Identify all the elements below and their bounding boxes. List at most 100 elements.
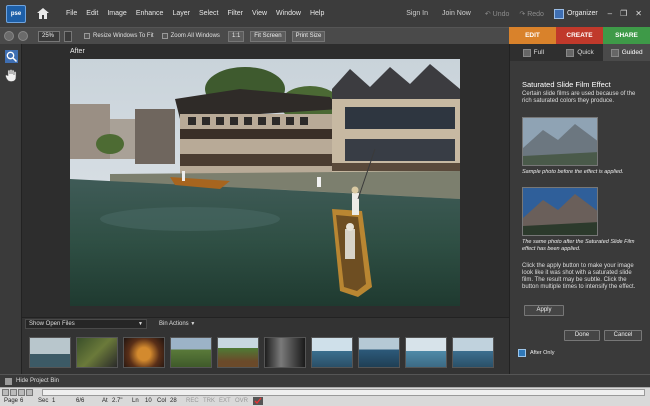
fit-screen-button[interactable]: Fit Screen — [250, 30, 286, 42]
hide-project-bin-bar[interactable]: Hide Project Bin — [0, 374, 650, 387]
zoom-field[interactable]: 25% — [38, 30, 60, 42]
horizontal-scrollbar[interactable] — [42, 389, 645, 396]
bin-actions-label: Bin Actions — [159, 321, 189, 327]
app-logo: pse — [6, 4, 26, 23]
status-page-label: Page — [4, 398, 19, 404]
undo-label: Undo — [492, 10, 510, 18]
bin-thumbnail[interactable] — [405, 337, 447, 368]
canvas-area: After — [22, 44, 509, 317]
menu-select[interactable]: Select — [199, 10, 218, 17]
status-rec[interactable]: REC — [186, 398, 199, 404]
menu-file[interactable]: File — [66, 10, 77, 17]
bin-thumbnail[interactable] — [452, 337, 494, 368]
menu-help[interactable]: Help — [310, 10, 324, 17]
zoom-all-checkbox[interactable] — [161, 33, 168, 39]
normal-view-button[interactable] — [2, 389, 9, 396]
tab-guided-label: Guided — [621, 49, 643, 56]
print-size-button[interactable]: Print Size — [291, 30, 326, 42]
tab-edit[interactable]: EDIT — [509, 27, 556, 44]
status-page-number: 6 — [20, 398, 24, 404]
zoom-in-button[interactable] — [18, 31, 28, 41]
sample-after-image — [522, 187, 598, 236]
guided-edit-icon — [610, 48, 619, 57]
hand-icon — [5, 68, 17, 82]
show-open-files-select[interactable]: Show Open Files ▼ — [25, 319, 147, 329]
resize-windows-checkbox[interactable] — [84, 33, 90, 39]
redo-label: Redo — [527, 10, 544, 18]
apply-instructions: Click the apply button to make your imag… — [522, 263, 636, 290]
status-ovr[interactable]: OVR — [235, 398, 248, 404]
status-trk[interactable]: TRK — [203, 398, 215, 404]
view-buttons — [2, 389, 33, 396]
menu-window[interactable]: Window — [276, 10, 301, 17]
home-button[interactable] — [34, 5, 52, 23]
quick-fix-icon — [566, 48, 575, 57]
done-button[interactable]: Done — [564, 330, 600, 341]
view-mode-label: After Only — [530, 350, 555, 356]
menu-image[interactable]: Image — [107, 10, 126, 17]
join-now-link[interactable]: Join Now — [442, 10, 471, 17]
minimize-icon[interactable]: – — [608, 9, 612, 18]
close-icon[interactable]: ✕ — [635, 9, 642, 18]
zoom-tool[interactable] — [4, 49, 18, 63]
outline-view-button[interactable] — [26, 389, 33, 396]
bin-thumbnail[interactable] — [170, 337, 212, 368]
organizer-button[interactable]: Organizer — [553, 8, 598, 19]
tab-create[interactable]: CREATE — [556, 27, 603, 44]
tab-guided[interactable]: Guided — [603, 44, 650, 61]
status-ln-value: 10 — [145, 398, 152, 404]
menu-enhance[interactable]: Enhance — [136, 10, 164, 17]
status-at-value: 2.7" — [112, 398, 123, 404]
panel-title: Saturated Slide Film Effect — [522, 80, 611, 89]
web-view-button[interactable] — [10, 389, 17, 396]
undo-button[interactable]: ↶ Undo — [485, 10, 510, 18]
cancel-button[interactable]: Cancel — [604, 330, 642, 341]
zoom-all-option[interactable]: Zoom All Windows — [161, 33, 220, 39]
canoe-canal-photo[interactable] — [70, 59, 460, 306]
spelling-status-icon[interactable] — [253, 397, 263, 406]
zoom-out-button[interactable] — [4, 31, 14, 41]
bin-thumbnail[interactable] — [76, 337, 118, 368]
restore-icon[interactable]: ❐ — [620, 9, 627, 18]
bin-thumbnail[interactable] — [123, 337, 165, 368]
resize-windows-option[interactable]: Resize Windows To Fit — [84, 33, 154, 39]
print-view-button[interactable] — [18, 389, 25, 396]
sign-in-link[interactable]: Sign In — [406, 10, 428, 17]
status-bar: Page 6 Sec 1 6/6 At 2.7" Ln 10 Col 28 RE… — [0, 387, 650, 406]
bin-actions-menu[interactable]: Bin Actions ▼ — [159, 321, 195, 327]
redo-icon: ↷ — [519, 10, 526, 18]
menu-view[interactable]: View — [252, 10, 267, 17]
magnifier-icon — [4, 49, 18, 63]
tab-full[interactable]: Full — [510, 44, 557, 61]
menu-layer[interactable]: Layer — [172, 10, 190, 17]
bin-thumbnail[interactable] — [264, 337, 306, 368]
tab-quick[interactable]: Quick — [557, 44, 604, 61]
project-bin: Show Open Files ▼ Bin Actions ▼ — [22, 317, 509, 374]
photo-artwork — [70, 59, 460, 306]
full-edit-icon — [522, 48, 531, 57]
menu-edit[interactable]: Edit — [86, 10, 98, 17]
home-icon — [37, 8, 49, 19]
status-ln-label: Ln — [132, 398, 139, 404]
view-mode-selector[interactable]: After Only — [518, 349, 554, 357]
hide-project-bin-label: Hide Project Bin — [16, 378, 60, 384]
bin-thumbnail[interactable] — [358, 337, 400, 368]
edit-mode-tabs: Full Quick Guided — [510, 44, 650, 61]
panel-description: Certain slide films are used because of … — [522, 91, 636, 104]
zoom-slider-toggle[interactable] — [64, 30, 72, 42]
bin-thumbnail[interactable] — [311, 337, 353, 368]
tab-full-label: Full — [533, 49, 545, 56]
hand-tool[interactable] — [4, 68, 18, 82]
redo-button[interactable]: ↷ Redo — [519, 10, 544, 18]
bin-thumbnail[interactable] — [217, 337, 259, 368]
tab-share[interactable]: SHARE — [603, 27, 650, 44]
bin-thumbnail[interactable] — [29, 337, 71, 368]
undo-icon: ↶ — [484, 10, 491, 18]
caption-before: Sample photo before the effect is applie… — [522, 169, 624, 175]
actual-pixels-button[interactable]: 1:1 — [227, 30, 245, 42]
menu-filter[interactable]: Filter — [227, 10, 243, 17]
sample-before-image — [522, 117, 598, 166]
organizer-label: Organizer — [566, 10, 598, 17]
apply-button[interactable]: Apply — [524, 305, 564, 316]
status-ext[interactable]: EXT — [219, 398, 231, 404]
